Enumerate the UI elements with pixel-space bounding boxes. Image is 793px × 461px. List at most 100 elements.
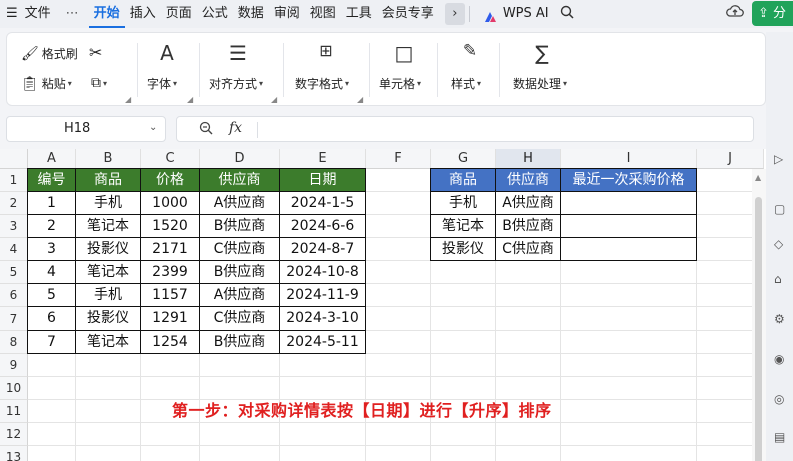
font-launcher-icon[interactable]: ◢ [187, 95, 193, 104]
lookup-table-header[interactable]: 供应商 [495, 168, 561, 192]
column-header-j[interactable]: J [697, 149, 764, 169]
align-launcher-icon[interactable]: ◢ [271, 95, 277, 104]
paste-button[interactable]: 📋︎ 粘贴 ▾ [21, 75, 72, 92]
wps-ai-button[interactable]: WPS AI [478, 0, 554, 28]
purchase-table-cell[interactable]: 2024-8-7 [279, 237, 366, 261]
style-button[interactable]: 样式 ▾ [451, 75, 481, 92]
select-tool-icon[interactable]: ▷ [774, 152, 790, 168]
tab-insert[interactable]: 插入 [125, 0, 161, 28]
cell-button[interactable]: 单元格 ▾ [379, 75, 421, 92]
purchase-table-cell[interactable]: 7 [27, 330, 76, 354]
row-header-1[interactable]: 1 [0, 169, 28, 192]
purchase-table-header[interactable]: 日期 [279, 168, 366, 192]
column-header-i[interactable]: I [561, 149, 697, 169]
number-format-button[interactable]: 数字格式 ▾ [295, 75, 349, 92]
purchase-table-cell[interactable]: 手机 [75, 283, 141, 307]
select-all-corner[interactable] [0, 149, 28, 169]
formula-bar[interactable]: fx [176, 116, 754, 142]
tab-view[interactable]: 视图 [305, 0, 341, 28]
number-format-launcher-icon[interactable]: ◢ [357, 95, 363, 104]
tab-review[interactable]: 审阅 [269, 0, 305, 28]
zoom-icon[interactable] [199, 121, 213, 139]
purchase-table-cell[interactable]: B供应商 [199, 214, 280, 238]
purchase-table-cell[interactable]: 2024-10-8 [279, 260, 366, 284]
panel-tool-icon[interactable]: ◇ [774, 237, 790, 253]
row-header-13[interactable]: 13 [0, 446, 28, 461]
chevron-right-icon[interactable]: › [444, 3, 465, 25]
lookup-table-cell[interactable] [560, 237, 697, 261]
align-icon[interactable]: ☰ [223, 41, 253, 65]
data-process-button[interactable]: 数据处理 ▾ [513, 75, 567, 92]
purchase-table-cell[interactable]: C供应商 [199, 306, 280, 331]
purchase-table-header[interactable]: 商品 [75, 168, 141, 192]
purchase-table-cell[interactable]: 2024-6-6 [279, 214, 366, 238]
cut-icon[interactable]: ✂ [89, 43, 102, 62]
purchase-table-header[interactable]: 供应商 [199, 168, 280, 192]
purchase-table-cell[interactable]: 1291 [140, 306, 200, 331]
column-header-d[interactable]: D [200, 149, 280, 169]
lookup-table-header[interactable]: 最近一次采购价格 [560, 168, 697, 192]
panel-tool-icon[interactable]: ◉ [774, 352, 790, 368]
purchase-table-cell[interactable]: 笔记本 [75, 214, 141, 238]
row-header-9[interactable]: 9 [0, 354, 28, 377]
menu-more[interactable]: ⋯ [56, 0, 89, 28]
tab-formula[interactable]: 公式 [197, 0, 233, 28]
panel-tool-icon[interactable]: ⚙ [774, 312, 790, 328]
panel-tool-icon[interactable]: ⌂ [774, 272, 790, 288]
style-icon[interactable]: ✎ [455, 41, 485, 61]
tab-member[interactable]: 会员专享 [377, 0, 439, 28]
purchase-table-cell[interactable]: 2024-5-11 [279, 330, 366, 354]
row-header-10[interactable]: 10 [0, 377, 28, 400]
tab-tools[interactable]: 工具 [341, 0, 377, 28]
lookup-table-cell[interactable] [560, 191, 697, 215]
row-header-8[interactable]: 8 [0, 331, 28, 354]
lookup-table-header[interactable]: 商品 [430, 168, 496, 192]
purchase-table-cell[interactable]: 2024-1-5 [279, 191, 366, 215]
hamburger-icon[interactable]: ☰ [0, 0, 20, 28]
purchase-table-cell[interactable]: 1520 [140, 214, 200, 238]
purchase-table-cell[interactable]: 2 [27, 214, 76, 238]
scroll-up-icon[interactable]: ▲ [755, 173, 761, 182]
row-header-11[interactable]: 11 [0, 400, 28, 423]
search-icon[interactable] [560, 5, 574, 23]
tab-data[interactable]: 数据 [233, 0, 269, 28]
panel-tool-icon[interactable]: ◎ [774, 392, 790, 408]
purchase-table-cell[interactable]: A供应商 [199, 283, 280, 307]
purchase-table-cell[interactable]: 1 [27, 191, 76, 215]
lookup-table-cell[interactable]: 投影仪 [430, 237, 496, 261]
column-header-c[interactable]: C [141, 149, 200, 169]
clipboard-launcher-icon[interactable]: ◢ [125, 95, 131, 104]
row-header-12[interactable]: 12 [0, 423, 28, 446]
purchase-table-cell[interactable]: B供应商 [199, 330, 280, 354]
purchase-table-cell[interactable]: 2399 [140, 260, 200, 284]
fx-icon[interactable]: fx [229, 120, 242, 136]
purchase-table-cell[interactable]: 2024-11-9 [279, 283, 366, 307]
share-button[interactable]: ⇪ 分 [752, 1, 793, 26]
lookup-table-cell[interactable]: 手机 [430, 191, 496, 215]
purchase-table-cell[interactable]: 2024-3-10 [279, 306, 366, 331]
copy-button[interactable]: ⧉ ▾ [91, 75, 107, 91]
purchase-table-header[interactable]: 价格 [140, 168, 200, 192]
row-header-2[interactable]: 2 [0, 192, 28, 215]
purchase-table-cell[interactable]: 3 [27, 237, 76, 261]
purchase-table-cell[interactable]: 笔记本 [75, 330, 141, 354]
purchase-table-cell[interactable]: B供应商 [199, 260, 280, 284]
align-button[interactable]: 对齐方式 ▾ [209, 75, 263, 92]
lookup-table-cell[interactable]: A供应商 [495, 191, 561, 215]
purchase-table-cell[interactable]: 1254 [140, 330, 200, 354]
chevron-down-icon[interactable]: ⌄ [149, 122, 157, 133]
name-box[interactable]: H18 ⌄ [6, 116, 166, 142]
number-format-icon[interactable]: ⊞ [311, 41, 341, 60]
lookup-table-cell[interactable]: B供应商 [495, 214, 561, 238]
column-header-e[interactable]: E [280, 149, 366, 169]
tab-page[interactable]: 页面 [161, 0, 197, 28]
vertical-scrollbar[interactable]: ▲ [752, 169, 766, 461]
menu-file[interactable]: 文件 [20, 0, 56, 28]
lookup-table-cell[interactable] [560, 214, 697, 238]
purchase-table-cell[interactable]: C供应商 [199, 237, 280, 261]
panel-tool-icon[interactable]: ▤ [774, 430, 790, 446]
lookup-table-cell[interactable]: C供应商 [495, 237, 561, 261]
purchase-table-cell[interactable]: 投影仪 [75, 306, 141, 331]
column-header-b[interactable]: B [76, 149, 141, 169]
purchase-table-cell[interactable]: 手机 [75, 191, 141, 215]
